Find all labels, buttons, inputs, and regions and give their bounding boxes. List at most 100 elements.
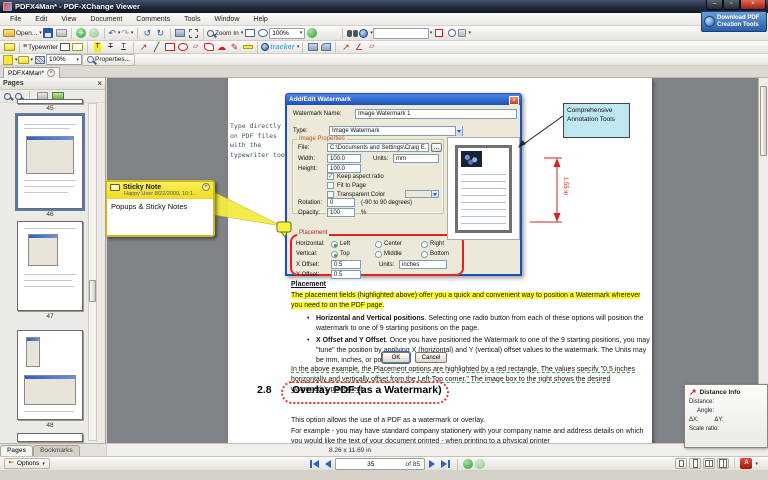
continuous-facing-layout-icon[interactable] bbox=[717, 458, 729, 469]
measure-area-tool[interactable]: ▱ bbox=[365, 41, 378, 53]
rectangle-tool[interactable] bbox=[163, 41, 176, 53]
fill-color-button[interactable]: ▾ bbox=[3, 54, 18, 66]
rotate-cw-button[interactable]: ↻ bbox=[154, 27, 167, 39]
rotate-ccw-button[interactable]: ↺ bbox=[141, 27, 154, 39]
search-input[interactable] bbox=[373, 28, 429, 39]
callout-tool[interactable] bbox=[71, 41, 84, 53]
previous-page-button[interactable] bbox=[323, 459, 333, 469]
cloud-tool[interactable]: ☁ bbox=[215, 41, 228, 53]
units-label: Units: bbox=[373, 156, 388, 162]
typewriter-tool[interactable]: ≡Typewriter bbox=[23, 41, 58, 53]
close-button[interactable]: × bbox=[740, 0, 766, 10]
minimize-button[interactable]: – bbox=[706, 0, 723, 10]
add-document-button[interactable]: + bbox=[75, 27, 88, 39]
next-view-button[interactable] bbox=[475, 459, 485, 469]
redo-button[interactable]: ↷▾ bbox=[121, 27, 134, 39]
zoom-level-combo[interactable]: 100%▾ bbox=[269, 28, 305, 39]
menu-tools[interactable]: Tools bbox=[178, 15, 206, 24]
type-combo-arrow bbox=[455, 126, 462, 136]
document-tab[interactable]: PDFX4Man* × bbox=[3, 67, 60, 78]
tab-bookmarks[interactable]: Bookmarks bbox=[33, 445, 80, 456]
panel-close-icon[interactable]: × bbox=[97, 79, 102, 88]
typewriter-annotation[interactable]: Type directly on PDF files with the type… bbox=[230, 122, 289, 160]
document-scrollbar-thumb[interactable] bbox=[760, 86, 767, 156]
scan-button[interactable] bbox=[88, 27, 101, 39]
hand-tool-button[interactable] bbox=[174, 27, 187, 39]
next-page-button[interactable] bbox=[427, 459, 437, 469]
continuous-layout-icon[interactable] bbox=[689, 458, 701, 469]
menu-document[interactable]: Document bbox=[84, 15, 128, 24]
tab-pages[interactable]: Pages bbox=[0, 445, 33, 456]
menu-file[interactable]: File bbox=[4, 15, 27, 24]
browse-button: ... bbox=[431, 143, 442, 152]
first-page-button[interactable] bbox=[308, 459, 321, 469]
polygon-tool[interactable] bbox=[202, 41, 215, 53]
zoom-in-button[interactable]: Zoom In▾ bbox=[207, 27, 243, 39]
single-page-layout-icon[interactable] bbox=[675, 458, 687, 469]
attach-file-tool[interactable] bbox=[319, 41, 332, 53]
menu-comments[interactable]: Comments bbox=[130, 15, 176, 24]
download-pdf-tools-button[interactable]: Download PDFCreation Tools bbox=[701, 11, 767, 32]
sidebar-tabs: Pages Bookmarks bbox=[0, 443, 106, 456]
sticky-note-body[interactable]: Popups & Sticky Notes bbox=[107, 199, 213, 214]
search-options-button[interactable]: ▾ bbox=[458, 27, 471, 39]
opacity-pattern-button[interactable] bbox=[33, 54, 46, 66]
search-button[interactable] bbox=[346, 27, 359, 39]
thumbnail-page-46[interactable] bbox=[17, 115, 83, 209]
annotation-tools-callout[interactable]: Comprehensive Annotation Tools bbox=[563, 103, 630, 138]
thumbnails-scrollbar[interactable] bbox=[88, 103, 97, 441]
thumbnail-page-45[interactable] bbox=[17, 99, 83, 104]
save-button[interactable] bbox=[42, 27, 55, 39]
previous-view-button[interactable] bbox=[463, 459, 473, 469]
stamp-tool[interactable] bbox=[306, 41, 319, 53]
thumb-zoom-in-icon[interactable] bbox=[4, 93, 11, 100]
text-underline-tool[interactable]: T bbox=[117, 41, 130, 53]
polyline-tool[interactable]: ▱ bbox=[189, 41, 202, 53]
binoculars-icon bbox=[347, 30, 358, 37]
thumbnail-page-48[interactable] bbox=[17, 330, 83, 420]
highlighter-tool[interactable] bbox=[241, 41, 254, 53]
line-tool[interactable]: ╱ bbox=[150, 41, 163, 53]
print-button[interactable] bbox=[55, 27, 68, 39]
options-button[interactable]: Options ▾ bbox=[4, 458, 50, 469]
comment-style-button[interactable]: ▾ bbox=[18, 54, 34, 66]
sticky-note-close-icon[interactable]: × bbox=[202, 183, 210, 191]
snapshot-button[interactable] bbox=[187, 27, 200, 39]
opacity-combo[interactable]: 100%▾ bbox=[46, 54, 82, 65]
last-page-button[interactable] bbox=[439, 459, 452, 469]
measure-perimeter-tool[interactable]: ∠ bbox=[352, 41, 365, 53]
menu-help[interactable]: Help bbox=[247, 15, 273, 24]
open-button[interactable]: Open...▾ bbox=[3, 27, 42, 39]
maximize-button[interactable]: ▫ bbox=[723, 0, 740, 10]
tab-close-icon[interactable]: × bbox=[47, 69, 55, 77]
arrow-tool[interactable]: ↗ bbox=[137, 41, 150, 53]
search-web-button[interactable]: ▾ bbox=[359, 27, 373, 39]
sticky-note-tool[interactable] bbox=[3, 41, 16, 53]
fit-page-button[interactable] bbox=[256, 27, 269, 39]
pdf-icon[interactable]: A bbox=[740, 458, 752, 469]
thumbnail-page-47[interactable] bbox=[17, 221, 83, 311]
tracker-button[interactable]: tracker▾ bbox=[261, 41, 299, 53]
current-page-input[interactable]: 35 bbox=[336, 461, 406, 468]
clear-highlight-button[interactable] bbox=[445, 27, 458, 39]
measure-distance-tool[interactable]: ↗ bbox=[339, 41, 352, 53]
menu-edit[interactable]: Edit bbox=[29, 15, 53, 24]
pencil-tool[interactable]: ✎ bbox=[228, 41, 241, 53]
facing-layout-icon[interactable] bbox=[703, 458, 715, 469]
undo-button[interactable]: ↶▾ bbox=[108, 27, 121, 39]
menu-window[interactable]: Window bbox=[208, 15, 245, 24]
fit-width-button[interactable] bbox=[243, 27, 256, 39]
textbox-tool[interactable] bbox=[58, 41, 71, 53]
sticky-note-popup[interactable]: Sticky Note × Happy User 8/22/2009, 10:1… bbox=[105, 180, 215, 237]
thumbnails-scrollbar-thumb[interactable] bbox=[89, 280, 96, 302]
page-number-box[interactable]: 35 of 85 bbox=[335, 458, 425, 470]
menu-view[interactable]: View bbox=[55, 15, 82, 24]
oval-tool[interactable] bbox=[176, 41, 189, 53]
thumbnail-page-partial[interactable] bbox=[17, 433, 83, 442]
go-button[interactable] bbox=[305, 27, 318, 39]
pages-panel-title: Pages bbox=[3, 80, 24, 87]
properties-button[interactable]: Properties... bbox=[82, 54, 135, 66]
text-strikeout-tool[interactable]: T bbox=[104, 41, 117, 53]
highlight-all-button[interactable] bbox=[432, 27, 445, 39]
text-highlight-tool[interactable]: T bbox=[91, 41, 104, 53]
